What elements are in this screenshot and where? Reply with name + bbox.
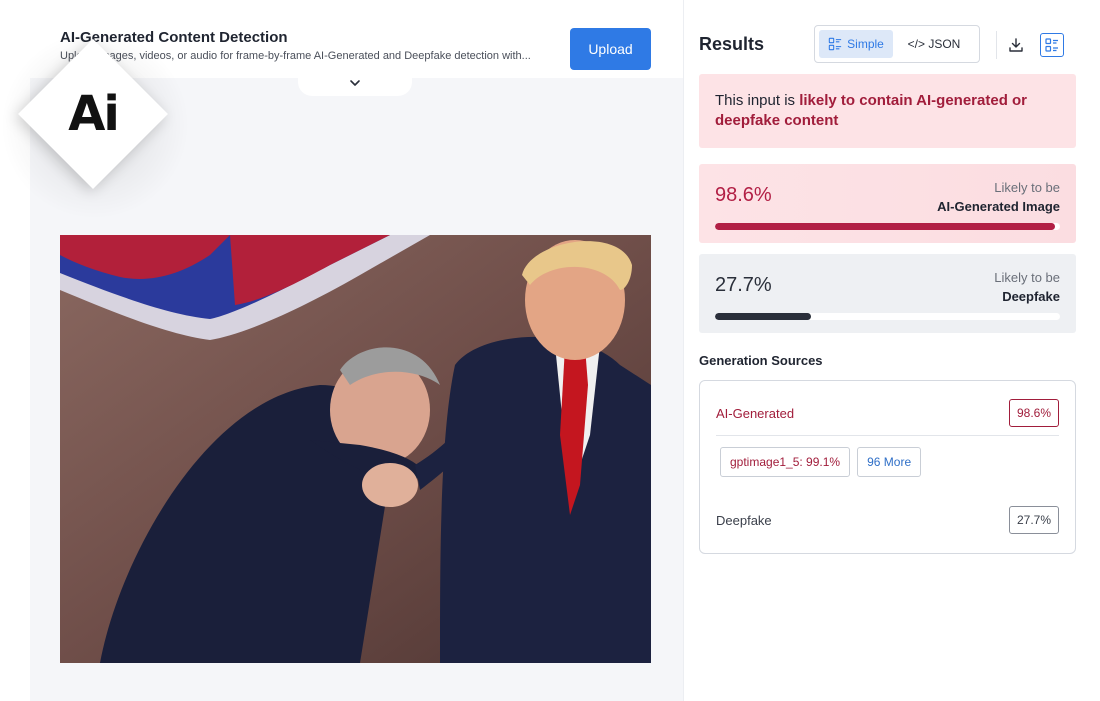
ai-score-value: 98.6% — [715, 184, 772, 206]
simple-view-icon — [828, 37, 842, 51]
download-icon — [1009, 38, 1023, 52]
chevron-down-icon — [350, 80, 360, 86]
deepfake-score-card: 27.7% Likely to be Deepfake — [699, 254, 1076, 333]
uploaded-image — [60, 235, 651, 663]
download-button[interactable] — [1004, 33, 1028, 57]
deepfake-score-label: Likely to be Deepfake — [994, 268, 1060, 306]
toolbar-divider — [996, 31, 997, 59]
sources-divider — [716, 435, 1059, 436]
simple-view-button[interactable]: Simple — [819, 30, 893, 58]
more-models-button[interactable]: 96 More — [857, 447, 922, 477]
upload-button[interactable]: Upload — [570, 28, 651, 70]
source-deepfake-name: Deepfake — [716, 512, 772, 528]
results-pane: Results Simple </> JSON This input is li… — [683, 0, 1100, 701]
ai-score-label: Likely to be AI-Generated Image — [937, 178, 1060, 216]
simple-view-label: Simple — [847, 37, 884, 51]
deepfake-score-label-top: Likely to be — [994, 270, 1060, 285]
ai-score-label-bottom: AI-Generated Image — [937, 199, 1060, 214]
ai-score-card: 98.6% Likely to be AI-Generated Image — [699, 164, 1076, 243]
details-view-button[interactable] — [1040, 33, 1064, 57]
source-row-ai[interactable]: AI-Generated 98.6% — [716, 398, 1059, 428]
json-view-label: </> JSON — [907, 37, 961, 51]
results-title: Results — [699, 34, 765, 54]
model-chip[interactable]: gptimage1_5: 99.1% — [720, 447, 851, 477]
collapse-toggle[interactable] — [298, 70, 412, 96]
source-ai-badge: 98.6% — [1008, 399, 1059, 427]
json-view-button[interactable]: </> JSON — [897, 30, 971, 58]
sources-title: Generation Sources — [699, 353, 823, 368]
app: AI-Generated Content Detection Upload im… — [0, 0, 1100, 701]
deepfake-score-bar-fill — [715, 313, 811, 320]
deepfake-score-bar — [715, 313, 1060, 320]
source-deepfake-badge: 27.7% — [1008, 506, 1059, 534]
model-chips: gptimage1_5: 99.1% 96 More — [720, 447, 922, 477]
verdict-prefix: This input is — [715, 92, 800, 109]
source-ai-name: AI-Generated — [716, 405, 795, 421]
logo: Ai — [68, 86, 120, 142]
details-icon — [1045, 38, 1058, 52]
deepfake-score-value: 27.7% — [715, 274, 772, 296]
verdict-banner: This input is likely to contain AI-gener… — [699, 74, 1076, 148]
sources-panel: AI-Generated 98.6% gptimage1_5: 99.1% 96… — [699, 380, 1076, 554]
ai-score-bar-fill — [715, 223, 1056, 230]
ai-score-label-top: Likely to be — [994, 180, 1060, 195]
source-row-deepfake[interactable]: Deepfake 27.7% — [716, 505, 1059, 535]
deepfake-score-label-bottom: Deepfake — [1002, 289, 1060, 304]
view-toggle: Simple </> JSON — [814, 25, 980, 63]
ai-score-bar — [715, 223, 1060, 230]
